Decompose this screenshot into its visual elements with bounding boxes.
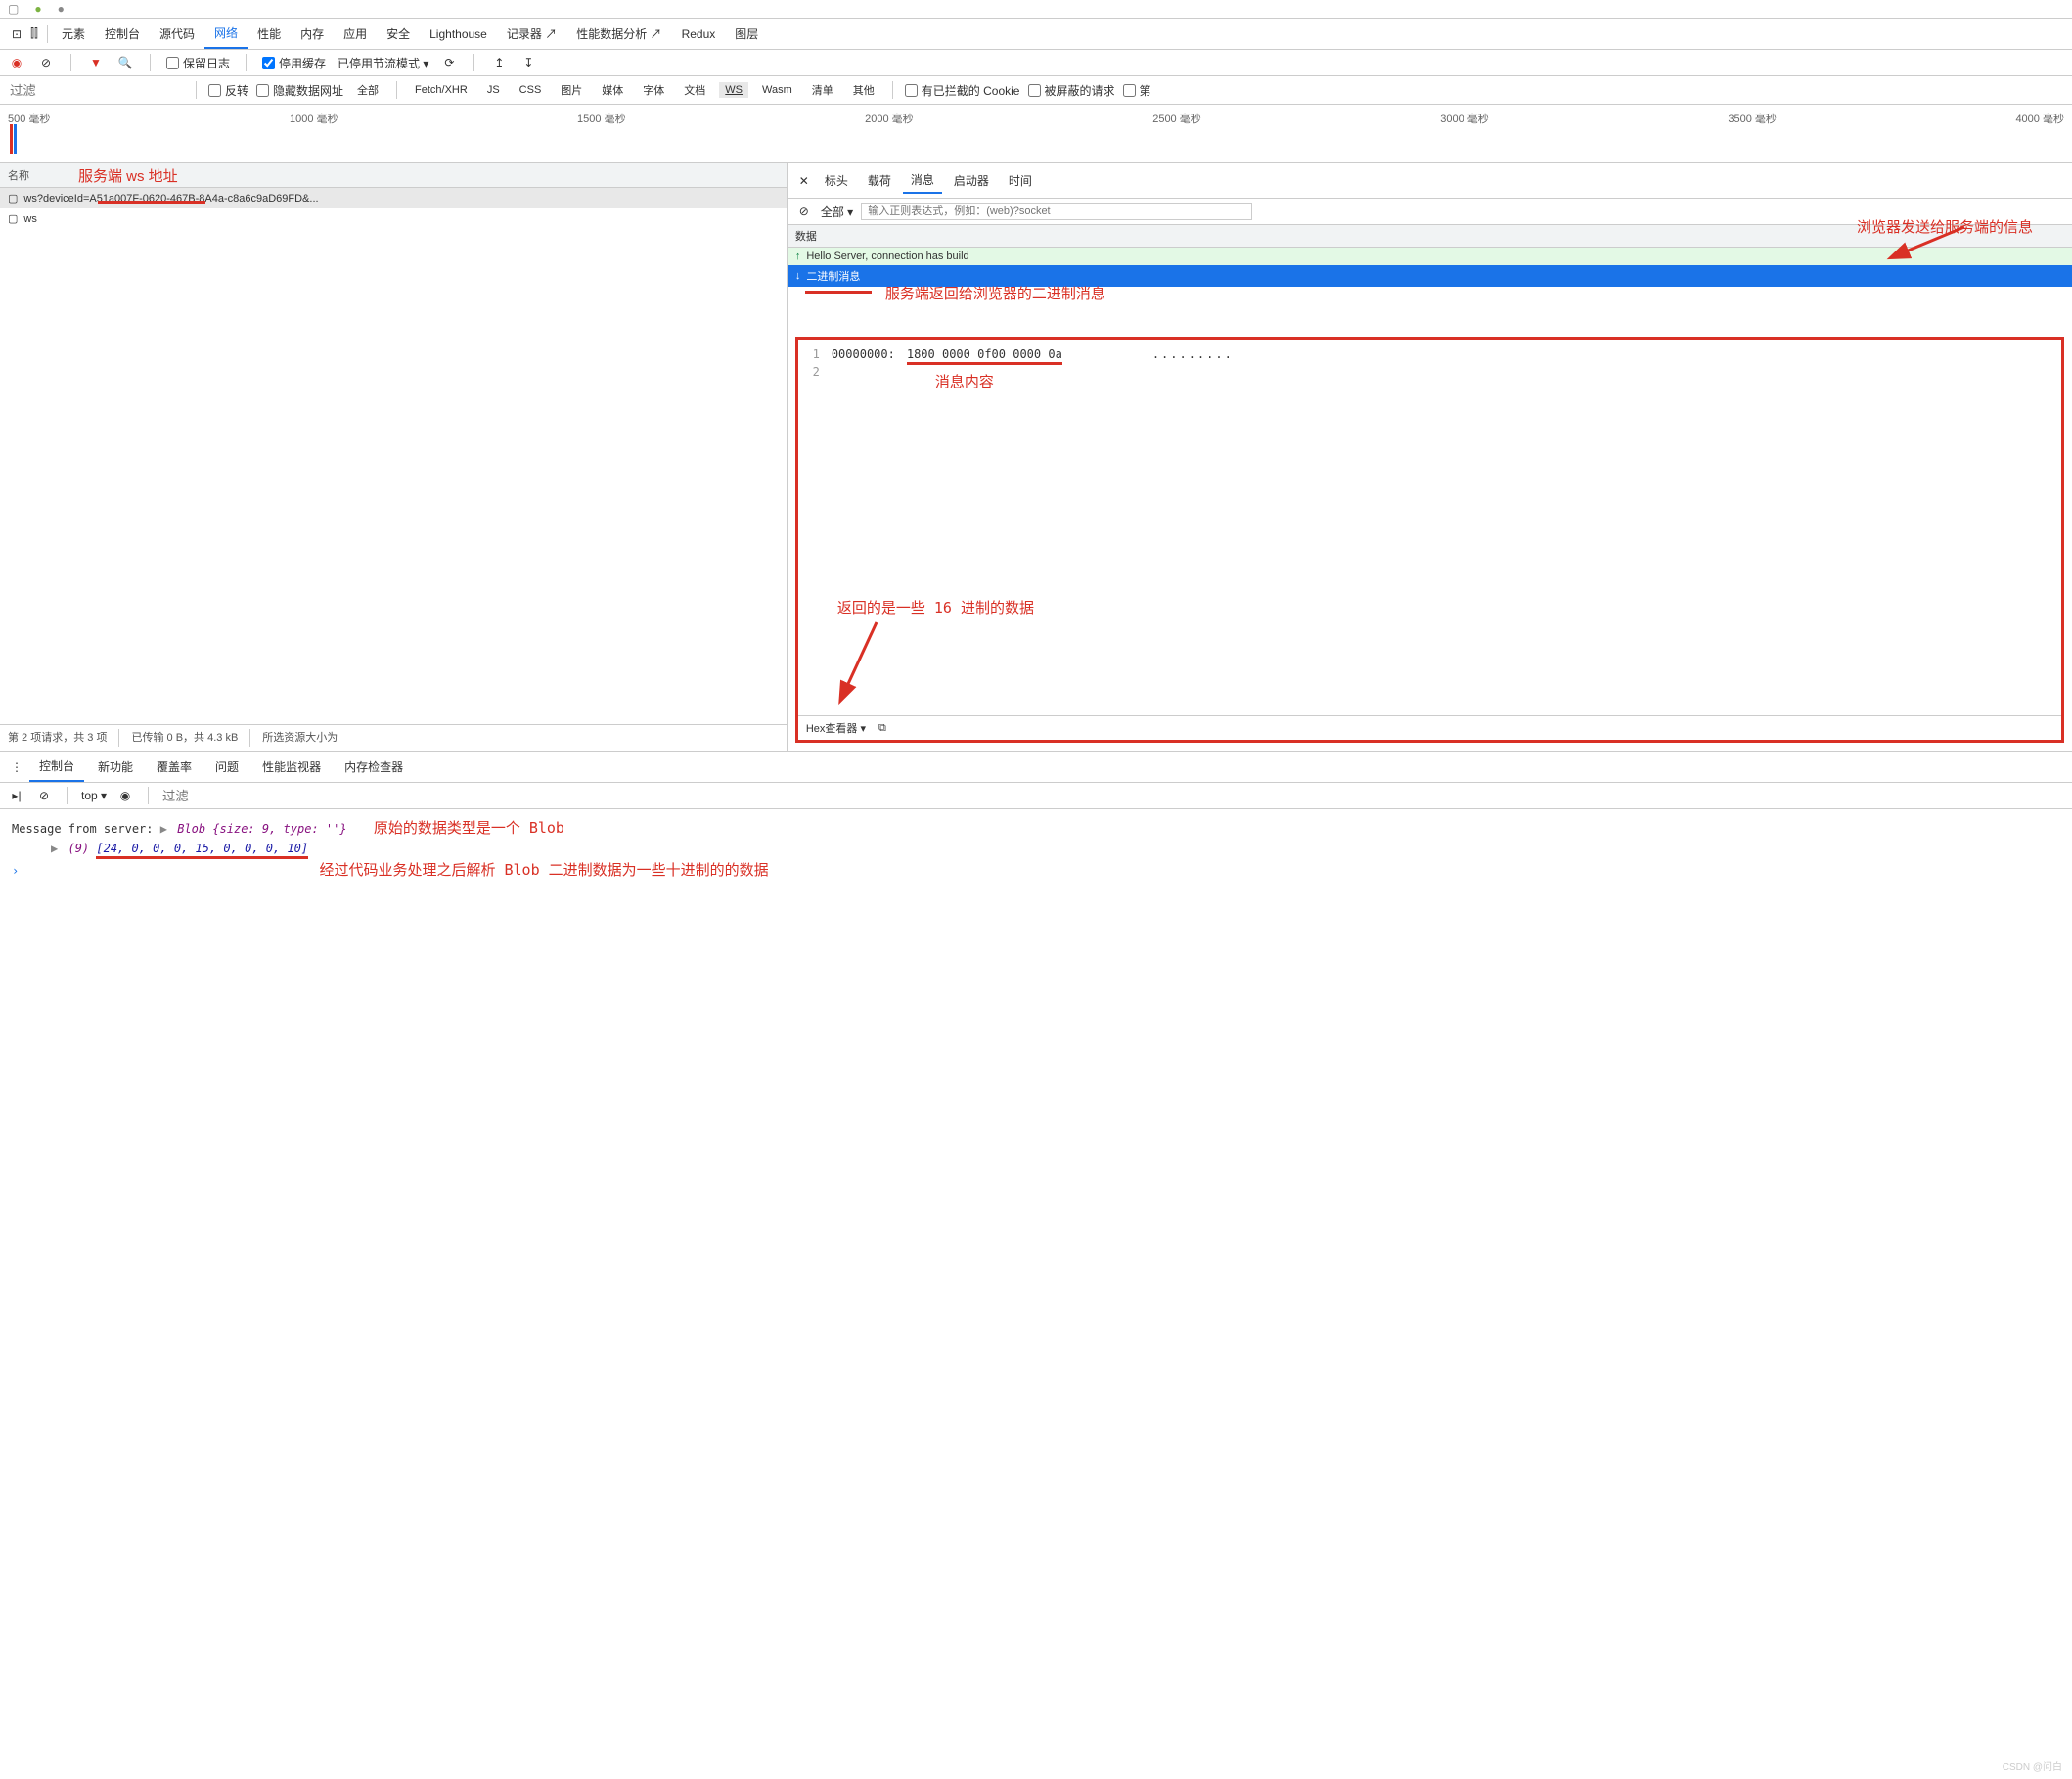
invert-checkbox[interactable]: 反转	[208, 82, 248, 99]
record-icon[interactable]: ◉	[8, 54, 25, 71]
drawer-tab-console[interactable]: 控制台	[29, 752, 84, 782]
console-line[interactable]: Message from server: ▶ Blob {size: 9, ty…	[12, 815, 2060, 840]
tab-performance[interactable]: 性能	[248, 20, 291, 48]
annotation-decoded: 经过代码业务处理之后解析 Blob 二进制数据为一些十进制的的数据	[319, 861, 768, 879]
search-icon[interactable]: 🔍	[116, 54, 134, 71]
tab-memory[interactable]: 内存	[291, 20, 334, 48]
import-icon[interactable]: ↥	[490, 54, 508, 71]
tab-fragment: ▢	[8, 2, 19, 16]
annotation-msg-content: 消息内容	[935, 371, 994, 391]
request-row[interactable]: ▢ ws?deviceId=A51a007F-0620-467B-8A4a-c8…	[0, 188, 787, 208]
type-doc[interactable]: 文档	[678, 80, 711, 100]
ws-icon: ▢	[8, 192, 18, 205]
tab-redux[interactable]: Redux	[672, 22, 726, 47]
third-party-checkbox[interactable]: 第	[1123, 82, 1151, 99]
clear-icon[interactable]: ⊘	[37, 54, 55, 71]
type-img[interactable]: 图片	[555, 80, 588, 100]
filter-input[interactable]	[8, 81, 184, 100]
expand-icon[interactable]: ▶	[160, 822, 167, 836]
tab-network[interactable]: 网络	[204, 19, 248, 49]
drawer-tab-meminspect[interactable]: 内存检查器	[335, 753, 413, 781]
tab-initiator[interactable]: 启动器	[946, 168, 997, 193]
hide-data-urls-checkbox[interactable]: 隐藏数据网址	[256, 82, 343, 99]
arrow-down-icon: ↓	[795, 270, 801, 282]
hex-bytes: 1800 0000 0f00 0000 0a	[907, 347, 1062, 365]
disable-cache-checkbox[interactable]: 停用缓存	[262, 55, 326, 71]
console-clear-icon[interactable]: ⊘	[35, 787, 53, 804]
device-icon[interactable]: ⫿⫿	[25, 25, 43, 43]
message-outgoing[interactable]: ↑ Hello Server, connection has build	[788, 248, 2072, 265]
hex-viewer-select[interactable]: Hex查看器 ▾	[806, 720, 866, 736]
drawer-tab-whatsnew[interactable]: 新功能	[88, 753, 143, 781]
type-font[interactable]: 字体	[637, 80, 670, 100]
inspect-icon[interactable]: ⊡	[8, 25, 25, 43]
filter-bar: 反转 隐藏数据网址 全部 Fetch/XHR JS CSS 图片 媒体 字体 文…	[0, 76, 2072, 105]
tab-headers[interactable]: 标头	[817, 168, 856, 193]
arrow-up-icon: ↑	[795, 251, 801, 262]
type-manifest[interactable]: 清单	[806, 80, 839, 100]
tab-console[interactable]: 控制台	[95, 20, 150, 48]
tab-timing[interactable]: 时间	[1001, 168, 1040, 193]
drawer-tab-issues[interactable]: 问题	[205, 753, 248, 781]
timeline[interactable]: 500 毫秒 1000 毫秒 1500 毫秒 2000 毫秒 2500 毫秒 3…	[0, 105, 2072, 163]
drawer-menu-icon[interactable]: ⋮	[8, 758, 25, 776]
eye-icon[interactable]: ◉	[116, 787, 134, 804]
type-media[interactable]: 媒体	[596, 80, 629, 100]
status-bar: 第 2 项请求，共 3 项 已传输 0 B，共 4.3 kB 所选资源大小为	[0, 724, 787, 751]
tab-recorder[interactable]: 记录器 ↗	[497, 20, 566, 48]
type-other[interactable]: 其他	[847, 80, 880, 100]
blob-value: Blob {size: 9, type: ''}	[177, 822, 346, 836]
annotation-hex-data: 返回的是一些 16 进制的数据	[837, 597, 1034, 617]
annotation-ws-addr: 服务端 ws 地址	[78, 165, 178, 186]
type-ws[interactable]: WS	[719, 82, 748, 98]
watermark: CSDN @问白	[2003, 1758, 2062, 1773]
hex-offset: 00000000:	[832, 347, 895, 365]
array-value: [24, 0, 0, 0, 15, 0, 0, 0, 10]	[96, 842, 308, 859]
console-sidebar-icon[interactable]: ▸|	[8, 787, 25, 804]
hex-ascii: .........	[1152, 347, 1234, 365]
type-wasm[interactable]: Wasm	[756, 82, 798, 98]
console-filter-input[interactable]	[162, 789, 336, 803]
devtools-tabs: ⊡ ⫿⫿ 元素 控制台 源代码 网络 性能 内存 应用 安全 Lighthous…	[0, 19, 2072, 50]
type-js[interactable]: JS	[481, 82, 506, 98]
throttling-select[interactable]: 已停用节流模式 ▾	[338, 55, 428, 71]
type-css[interactable]: CSS	[514, 82, 548, 98]
blocked-cookies-checkbox[interactable]: 有已拦截的 Cookie	[905, 82, 1020, 99]
blocked-requests-checkbox[interactable]: 被屏蔽的请求	[1028, 82, 1115, 99]
type-all[interactable]: 全部	[351, 80, 384, 100]
clear-messages-icon[interactable]: ⊘	[795, 203, 813, 220]
drawer-tab-coverage[interactable]: 覆盖率	[147, 753, 202, 781]
filter-all[interactable]: 全部 ▾	[821, 204, 853, 220]
console-prompt-icon[interactable]: ›	[12, 864, 19, 878]
ws-icon: ▢	[8, 212, 18, 225]
preserve-log-checkbox[interactable]: 保留日志	[166, 55, 230, 71]
tab-payload[interactable]: 载荷	[860, 168, 899, 193]
network-toolbar: ◉ ⊘ ▼ 🔍 保留日志 停用缓存 已停用节流模式 ▾ ⟳ ↥ ↧	[0, 50, 2072, 76]
tab-messages[interactable]: 消息	[903, 167, 942, 194]
request-row[interactable]: ▢ ws	[0, 208, 787, 229]
annotation-blob-type: 原始的数据类型是一个 Blob	[374, 819, 564, 837]
close-icon[interactable]: ✕	[795, 172, 813, 190]
message-filter-input[interactable]	[861, 203, 1252, 220]
annotation-server-return: 服务端返回给浏览器的二进制消息	[885, 283, 1105, 303]
annotation-browser-send: 浏览器发送给服务端的信息	[1857, 216, 2033, 237]
tab-elements[interactable]: 元素	[52, 20, 95, 48]
wifi-icon[interactable]: ⟳	[440, 54, 458, 71]
copy-icon[interactable]: ⧉	[874, 719, 891, 737]
console-line[interactable]: ▶ (9) [24, 0, 0, 0, 15, 0, 0, 0, 10]	[12, 840, 2060, 857]
tab-lighthouse[interactable]: Lighthouse	[420, 22, 497, 47]
expand-icon[interactable]: ▶	[51, 842, 58, 855]
tab-layers[interactable]: 图层	[725, 20, 768, 48]
tab-sources[interactable]: 源代码	[150, 20, 204, 48]
tab-application[interactable]: 应用	[334, 20, 377, 48]
type-fetch[interactable]: Fetch/XHR	[409, 82, 473, 98]
drawer-tab-perfmon[interactable]: 性能监视器	[252, 753, 331, 781]
tab-security[interactable]: 安全	[377, 20, 420, 48]
filter-icon[interactable]: ▼	[87, 54, 105, 71]
export-icon[interactable]: ↧	[519, 54, 537, 71]
console-context-select[interactable]: top ▾	[81, 789, 107, 802]
tab-perf-insights[interactable]: 性能数据分析 ↗	[566, 20, 671, 48]
